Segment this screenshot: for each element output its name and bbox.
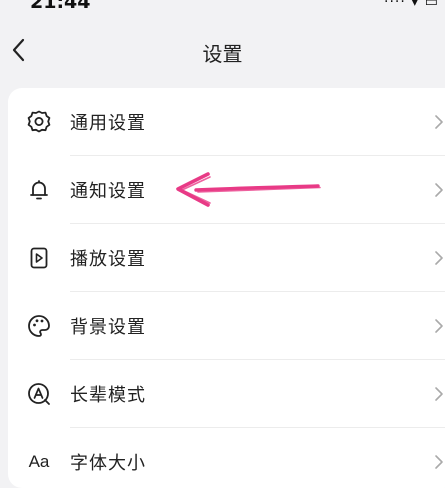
settings-item-label: 背景设置 [70,317,146,338]
settings-item-label: 字体大小 [70,453,146,474]
bell-icon [26,177,52,203]
chevron-right-icon [435,115,443,129]
chevron-right-icon [435,387,443,401]
status-icons: ···· ▾ ▭ [384,0,439,10]
elder-mode-icon [26,381,52,407]
settings-item-background[interactable]: 背景设置 [8,292,445,360]
settings-item-label: 播放设置 [70,249,146,270]
chevron-right-icon [435,183,443,197]
settings-card: 通用设置 通知设置 播放设置 背景设置 长辈模式 Aa 字体大小 [8,88,445,488]
play-icon [26,245,52,271]
chevron-right-icon [435,251,443,265]
settings-item-label: 通用设置 [70,113,146,134]
status-time: 21:44 [30,0,91,13]
settings-item-font-size[interactable]: Aa 字体大小 [8,428,445,488]
palette-icon [26,313,52,339]
chevron-right-icon [435,319,443,333]
gear-icon [26,109,52,135]
status-bar: 21:44 ···· ▾ ▭ [0,0,445,14]
font-size-icon: Aa [26,449,52,475]
settings-item-label: 通知设置 [70,181,146,202]
page-title: 设置 [202,42,243,66]
font-size-icon-text: Aa [28,452,50,471]
settings-item-notifications[interactable]: 通知设置 [8,156,445,224]
settings-item-playback[interactable]: 播放设置 [8,224,445,292]
settings-item-label: 长辈模式 [70,385,146,406]
chevron-right-icon [435,455,443,469]
nav-bar: 设置 [0,14,445,88]
settings-item-general[interactable]: 通用设置 [8,88,445,156]
settings-item-elder-mode[interactable]: 长辈模式 [8,360,445,428]
